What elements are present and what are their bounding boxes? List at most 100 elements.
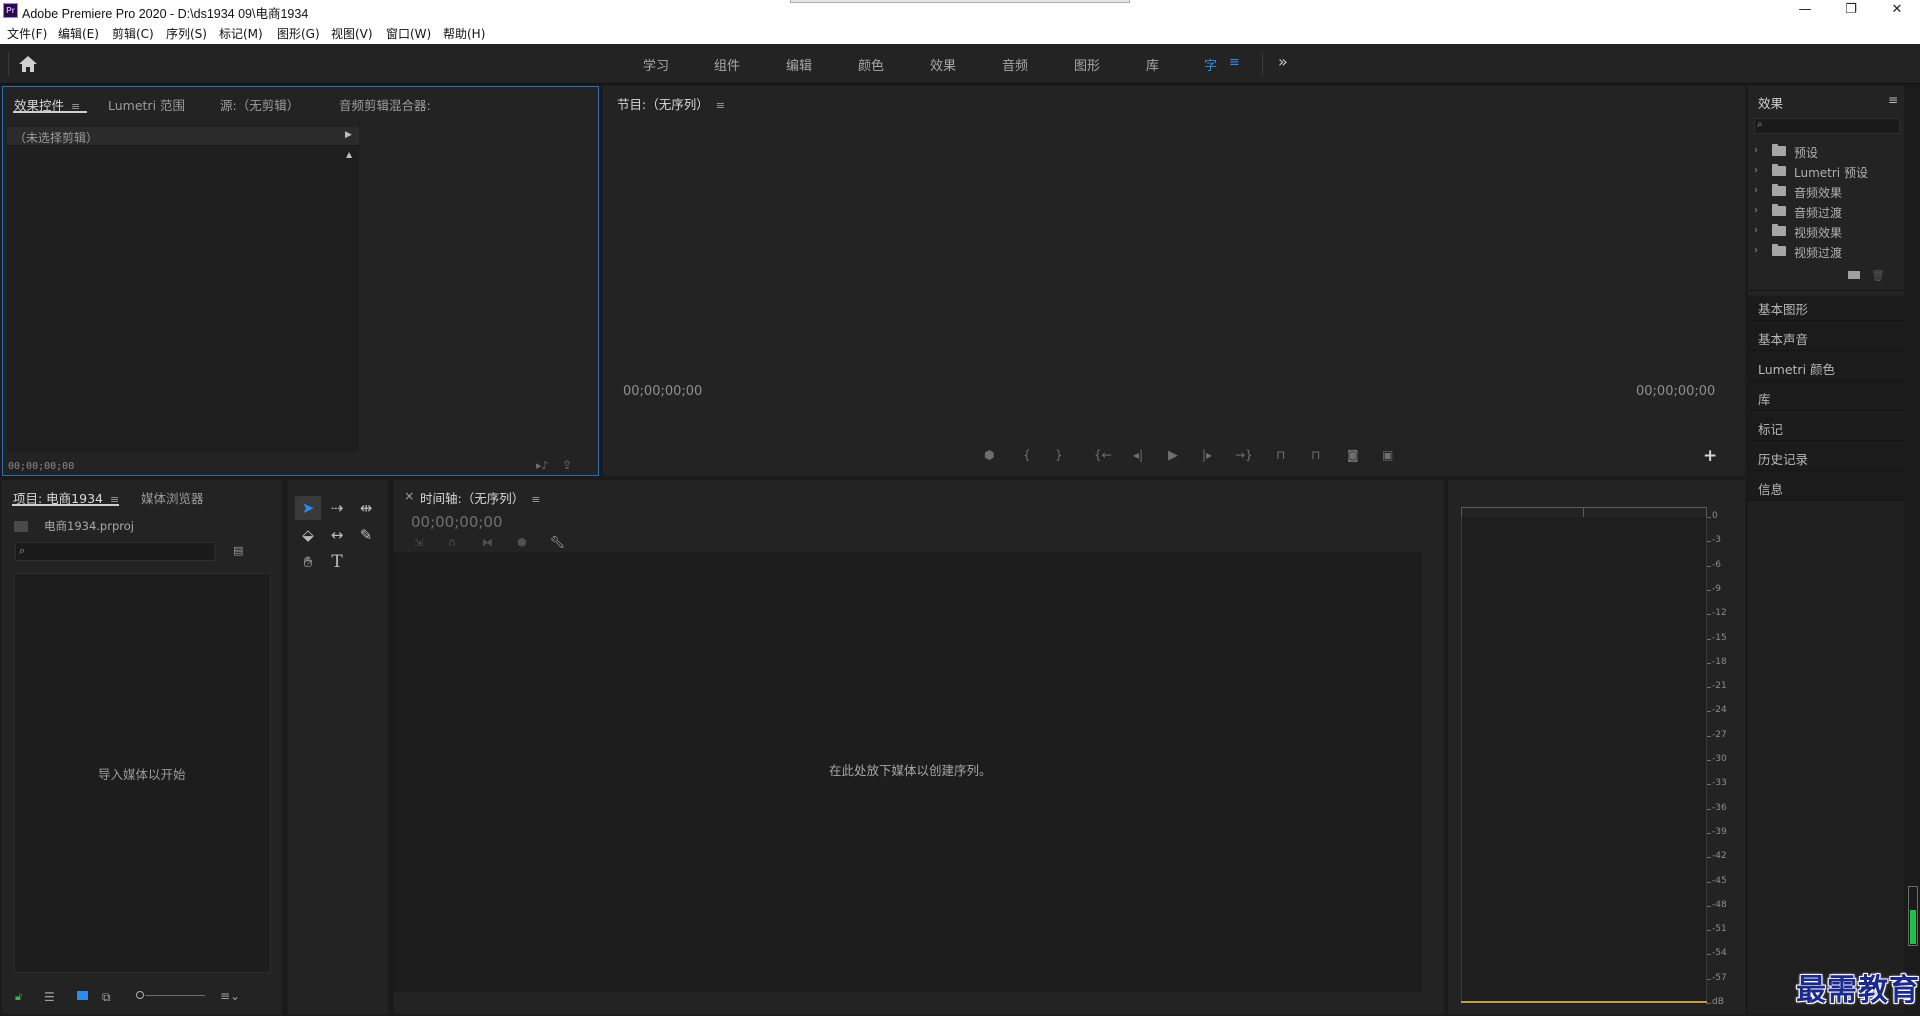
- scroll-up-icon[interactable]: ▲: [346, 150, 352, 159]
- panel-menu-icon[interactable]: ≡: [716, 99, 725, 112]
- list-view-icon[interactable]: ☰: [44, 990, 55, 1004]
- keyframe-area[interactable]: [359, 147, 598, 452]
- extract-icon[interactable]: ⊓: [1311, 448, 1320, 462]
- close-timeline-icon[interactable]: ×: [404, 488, 414, 503]
- slider-handle[interactable]: [136, 991, 144, 999]
- workspace-tab-audio[interactable]: 音频: [1002, 55, 1028, 74]
- effects-item-audio-effects[interactable]: › 音频效果: [1754, 182, 1914, 202]
- menu-clip[interactable]: 剪辑(C): [112, 25, 154, 42]
- new-bin-search-icon[interactable]: ▤: [233, 544, 243, 557]
- workspace-overflow-icon[interactable]: »: [1278, 52, 1288, 71]
- menu-help[interactable]: 帮助(H): [443, 25, 485, 42]
- menu-markers[interactable]: 标记(M): [219, 25, 263, 42]
- menu-edit[interactable]: 编辑(E): [58, 25, 99, 42]
- program-title[interactable]: 节目:（无序列） ≡: [617, 94, 725, 113]
- expand-arrow-icon[interactable]: ▶: [345, 130, 352, 140]
- program-timecode-current[interactable]: 00;00;00;00: [623, 384, 702, 399]
- go-to-out-icon[interactable]: →}: [1235, 448, 1253, 462]
- filter-audio-icon[interactable]: ▸♪: [536, 459, 549, 472]
- selection-tool-icon[interactable]: ➤: [295, 496, 321, 520]
- add-button[interactable]: +: [1703, 446, 1717, 466]
- tab-lumetri-scopes[interactable]: Lumetri 范围: [108, 95, 185, 114]
- comparison-view-icon[interactable]: ▣: [1382, 448, 1393, 462]
- panel-menu-icon[interactable]: ≡: [531, 493, 540, 506]
- effects-search-input[interactable]: ⌕: [1754, 118, 1900, 134]
- side-panel-essential-sound[interactable]: 基本声音: [1748, 320, 1904, 350]
- panel-menu-icon[interactable]: ≡: [1888, 93, 1898, 107]
- restore-button[interactable]: ❐: [1828, 0, 1874, 22]
- side-panel-info[interactable]: 信息: [1748, 470, 1904, 500]
- minimize-button[interactable]: —: [1782, 0, 1828, 22]
- pen-tool-icon[interactable]: ✎: [353, 523, 379, 547]
- play-icon[interactable]: ▶: [1168, 448, 1178, 463]
- effects-item-label: Lumetri 预设: [1794, 166, 1868, 180]
- new-bin-icon[interactable]: [1848, 271, 1860, 279]
- menu-view[interactable]: 视图(V): [331, 25, 373, 42]
- timeline-title[interactable]: 时间轴:（无序列） ≡: [420, 488, 540, 507]
- ripple-edit-tool-icon[interactable]: ⇹: [353, 496, 379, 520]
- marker-icon[interactable]: ⬢: [517, 536, 527, 549]
- program-video-area[interactable]: [611, 114, 1737, 454]
- mark-in-icon[interactable]: {: [1023, 448, 1031, 462]
- menu-graphics[interactable]: 图形(G): [277, 25, 320, 42]
- sort-icon[interactable]: ≡⌄: [220, 989, 240, 1003]
- home-icon[interactable]: [14, 53, 42, 75]
- tab-source[interactable]: 源:（无剪辑）: [220, 95, 299, 114]
- step-forward-icon[interactable]: |▸: [1202, 448, 1212, 462]
- effects-item-video-effects[interactable]: › 视频效果: [1754, 222, 1914, 242]
- effects-item-presets[interactable]: › 预设: [1754, 142, 1914, 162]
- lift-icon[interactable]: ⊓: [1276, 448, 1285, 462]
- razor-tool-icon[interactable]: ⬙: [295, 523, 321, 547]
- mark-out-icon[interactable]: }: [1055, 448, 1063, 462]
- project-search-input[interactable]: ⌕: [15, 542, 215, 561]
- menu-window[interactable]: 窗口(W): [386, 25, 431, 42]
- close-button[interactable]: ✕: [1874, 0, 1920, 22]
- project-media-area[interactable]: 导入媒体以开始: [14, 573, 271, 973]
- workspace-tab-assembly[interactable]: 组件: [714, 55, 740, 74]
- trash-icon[interactable]: 🗑︎: [1871, 269, 1885, 282]
- slip-tool-icon[interactable]: ↔: [324, 523, 350, 547]
- wrench-icon[interactable]: 🔧︎: [550, 535, 565, 549]
- linked-selection-icon[interactable]: ⧓: [482, 536, 493, 549]
- tab-audio-clip-mixer[interactable]: 音频剪辑混合器:: [339, 95, 431, 114]
- effects-title[interactable]: 效果: [1758, 93, 1783, 112]
- workspace-tab-graphics[interactable]: 图形: [1074, 55, 1100, 74]
- audio-meter-bars[interactable]: [1461, 517, 1707, 1005]
- workspace-tab-editing[interactable]: 编辑: [786, 55, 812, 74]
- step-back-icon[interactable]: ◂|: [1133, 448, 1143, 462]
- go-to-in-icon[interactable]: {←: [1094, 448, 1112, 462]
- timeline-drop-area[interactable]: 在此处放下媒体以创建序列。: [394, 552, 1422, 992]
- effects-item-lumetri-presets[interactable]: › Lumetri 预设: [1754, 162, 1914, 182]
- hand-tool-icon[interactable]: ✋︎: [295, 550, 321, 574]
- effects-item-audio-transitions[interactable]: › 音频过渡: [1754, 202, 1914, 222]
- side-panel-lumetri-color[interactable]: Lumetri 颜色: [1748, 350, 1904, 380]
- workspace-tab-learn[interactable]: 学习: [643, 55, 669, 74]
- add-marker-icon[interactable]: ⬢: [984, 448, 994, 462]
- workspace-menu-icon[interactable]: ≡: [1229, 55, 1240, 70]
- snap-icon[interactable]: ∩: [448, 536, 456, 549]
- track-select-tool-icon[interactable]: ⇢: [324, 496, 350, 520]
- effects-item-video-transitions[interactable]: › 视频过渡: [1754, 242, 1914, 262]
- folder-icon: [1772, 224, 1786, 236]
- export-frame-icon[interactable]: ◙: [1347, 448, 1359, 462]
- zoom-slider[interactable]: [136, 991, 206, 999]
- export-icon[interactable]: ⇪: [562, 458, 572, 472]
- workspace-tab-effects[interactable]: 效果: [930, 55, 956, 74]
- folder-icon: [1772, 144, 1786, 156]
- type-tool-icon[interactable]: T: [324, 550, 350, 574]
- tab-media-browser[interactable]: 媒体浏览器: [141, 488, 204, 507]
- menu-file[interactable]: 文件(F): [7, 25, 47, 42]
- menu-sequence[interactable]: 序列(S): [166, 25, 207, 42]
- icon-view-icon[interactable]: [77, 991, 88, 1000]
- workspace-tab-color[interactable]: 颜色: [858, 55, 884, 74]
- side-panel-history[interactable]: 历史记录: [1748, 440, 1904, 470]
- side-panel-essential-graphics[interactable]: 基本图形: [1748, 290, 1904, 320]
- workspace-tab-libraries[interactable]: 库: [1146, 55, 1159, 74]
- side-panel-markers[interactable]: 标记: [1748, 410, 1904, 440]
- nest-icon[interactable]: ⇲: [414, 536, 423, 549]
- timeline-timecode[interactable]: 00;00;00;00: [411, 513, 503, 531]
- lock-icon[interactable]: 🔓︎: [15, 990, 22, 1004]
- workspace-tab-captions[interactable]: 字: [1204, 55, 1217, 74]
- freeform-view-icon[interactable]: ⧉: [102, 990, 111, 1005]
- side-panel-libraries[interactable]: 库: [1748, 380, 1904, 410]
